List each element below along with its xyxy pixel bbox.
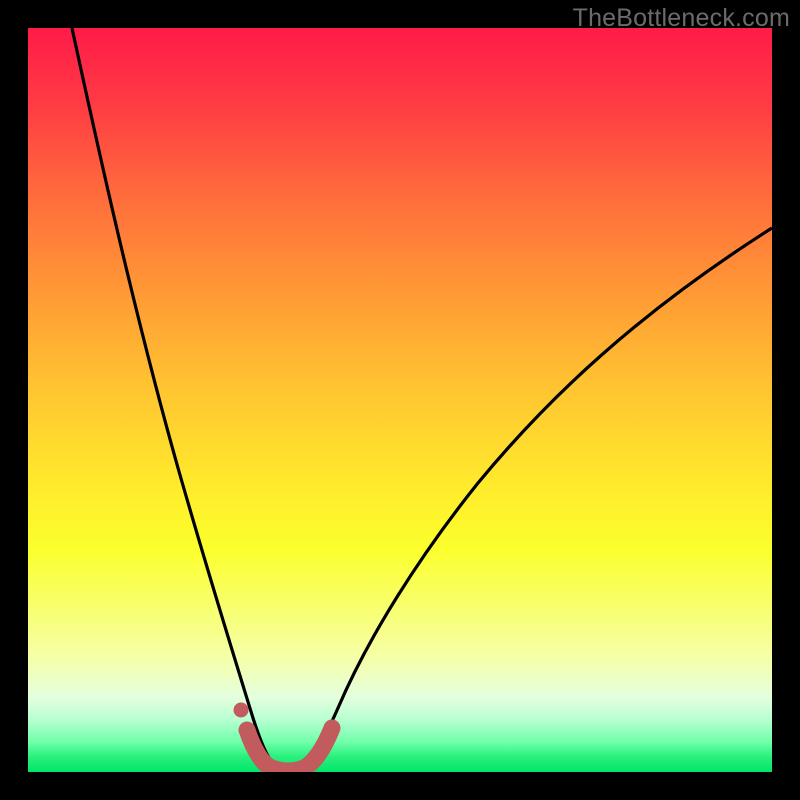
curve-path	[72, 28, 772, 769]
plot-frame	[28, 28, 772, 772]
bottleneck-chart	[28, 28, 772, 772]
watermark-text: TheBottleneck.com	[573, 4, 790, 33]
highlight-dot	[234, 703, 249, 718]
